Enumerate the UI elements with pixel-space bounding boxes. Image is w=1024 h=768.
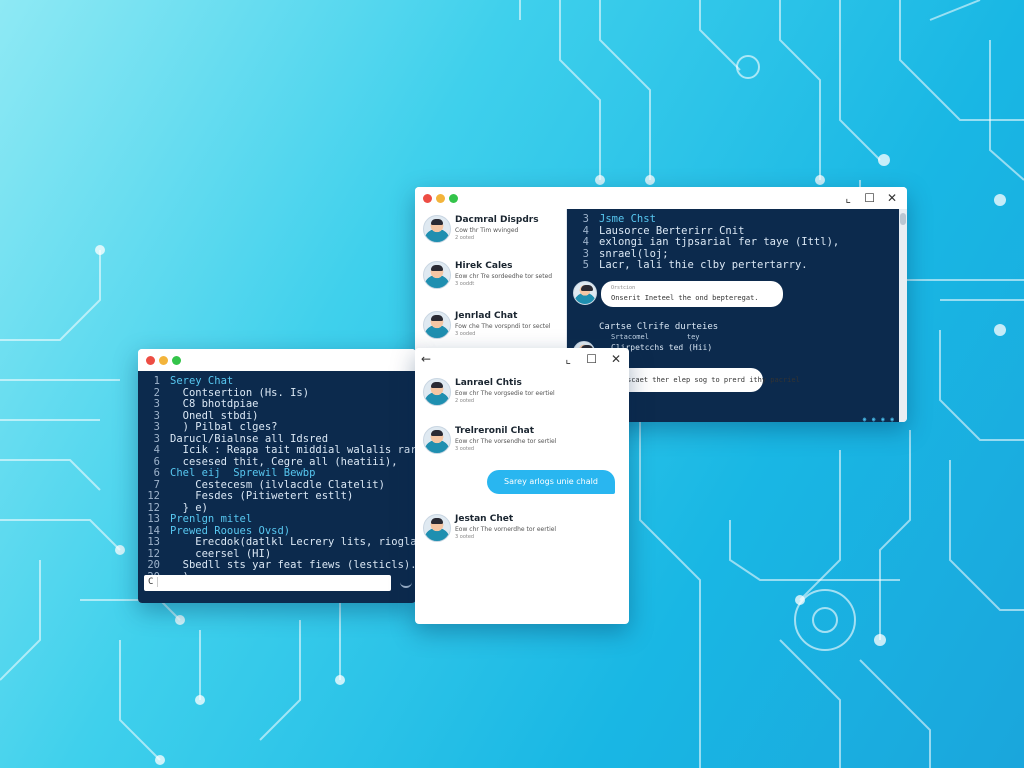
contact-preview: Eow chr The vorsendhe tor sertiel (455, 438, 557, 445)
maximize-icon[interactable]: ☐ (586, 351, 597, 367)
avatar (423, 426, 451, 454)
minimize-icon[interactable]: ⌞ (565, 351, 571, 367)
message-input[interactable]: C (144, 575, 391, 591)
section-line: Srtacomel tey (611, 333, 700, 341)
avatar (423, 514, 451, 542)
contact-time: 3 ooddt (455, 281, 475, 287)
close-dot[interactable] (146, 356, 155, 365)
back-icon[interactable]: ← (421, 351, 431, 367)
section-title: Cartse Clrife durteies (599, 322, 719, 332)
contact-time: 2 ooted (455, 398, 475, 404)
contact-time: 2 ooted (455, 235, 475, 241)
contact-preview: Fow che The vorspndi tor sectel (455, 323, 551, 330)
avatar (573, 281, 597, 305)
contact-name: Lanrael Chtis (455, 378, 522, 388)
close-icon[interactable]: ✕ (887, 190, 897, 206)
footer-icons[interactable]: ◉ ◉ ◉ ◉ (863, 416, 895, 422)
contact-item[interactable]: Dacmral Dispdrs Cow thr Tim wvinged 2 oo… (415, 209, 565, 255)
maximize-dot[interactable] (449, 194, 458, 203)
chat-window-front: ← ⌞ ☐ ✕ Lanrael Chtis Eow chr The vorgse… (415, 348, 629, 624)
titlebar (138, 349, 416, 371)
contact-name: Trelreronil Chat (455, 426, 535, 436)
contact-time: 3 ooted (455, 534, 475, 540)
minimize-dot[interactable] (436, 194, 445, 203)
contact-item[interactable]: Lanrael Chtis Eow chr The vorgsedie tor … (415, 372, 629, 418)
titlebar: ⌞ ☐ ✕ (415, 187, 907, 209)
contact-preview: Eow chr The vorgsedie tor eertiel (455, 390, 555, 397)
chat-bubble: scaet ther elep sog to prerd ithy pacrie… (617, 368, 800, 392)
contact-name: Jestan Chet (455, 514, 514, 524)
contact-preview: Cow thr Tim wvinged (455, 227, 519, 234)
sent-message-bubble: Sarey arlogs unie chald (487, 470, 615, 494)
contact-preview: Eow chr The vornerdhe tor eertiel (455, 526, 557, 533)
contact-time: 3 ooted (455, 446, 475, 452)
maximize-dot[interactable] (172, 356, 181, 365)
contact-name: Hirek Cales (455, 261, 513, 271)
contact-item[interactable]: Jestan Chet Eow chr The vornerdhe tor ee… (415, 508, 629, 554)
bubble-label: Orstcion (611, 285, 636, 291)
close-dot[interactable] (423, 194, 432, 203)
avatar (423, 215, 451, 243)
minimize-icon[interactable]: ⌞ (845, 190, 851, 206)
avatar (423, 261, 451, 289)
avatar (423, 311, 451, 339)
avatar (423, 378, 451, 406)
contact-time: 3 ooded (455, 331, 476, 337)
code-editor-window: 1 Serey Chat 2 Contsertion (Hs. Is) 3 C8 … (138, 349, 416, 603)
bubble-text: Onserit Ineteel the ond bepteregat. (611, 294, 759, 302)
contact-name: Jenrlad Chat (455, 311, 518, 321)
scrollbar-thumb[interactable] (900, 213, 906, 225)
contact-item[interactable]: Trelreronil Chat Eow chr The vorsendhe t… (415, 420, 629, 466)
close-icon[interactable]: ✕ (611, 351, 621, 367)
chat-bubble: Orstcion Onserit Ineteel the ond beptere… (601, 281, 783, 307)
send-icon[interactable] (400, 578, 412, 588)
contact-name: Dacmral Dispdrs (455, 215, 539, 225)
code-area[interactable]: 1 Serey Chat 2 Contsertion (Hs. Is) 3 C8 … (138, 371, 416, 603)
titlebar: ← ⌞ ☐ ✕ (415, 348, 629, 370)
minimize-dot[interactable] (159, 356, 168, 365)
scrollbar[interactable] (899, 209, 907, 422)
code-line: 5 Lacr, lali thie clby pertertarry. (582, 259, 808, 271)
maximize-icon[interactable]: ☐ (864, 190, 875, 206)
contact-item[interactable]: Hirek Cales Eow chr Tre sordeedhe tor se… (415, 255, 565, 301)
contact-item[interactable]: Jenrlad Chat Fow che The vorspndi tor se… (415, 305, 565, 351)
contact-preview: Eow chr Tre sordeedhe tor seted (455, 273, 553, 280)
input-prefix: C (148, 577, 159, 587)
